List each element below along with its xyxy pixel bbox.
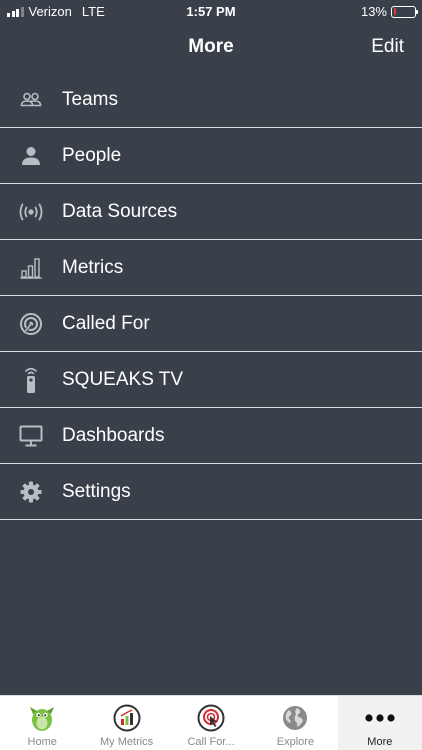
tab-label: My Metrics [100,736,154,748]
teams-icon [0,92,62,108]
bar-chart-icon [0,257,62,279]
broadcast-icon [0,203,62,221]
tab-home[interactable]: Home [0,696,84,750]
menu-item-label: People [62,144,122,166]
menu-item-label: Teams [62,88,118,110]
tab-bar: Home My Metrics Call For... Explore More [0,695,422,750]
call-for-badge-icon [197,704,225,732]
person-icon [0,146,62,166]
nav-bar: More Edit [0,24,422,72]
menu-item-called-for[interactable]: Called For [0,296,422,352]
menu-item-label: SQUEAKS TV [62,368,184,390]
battery-level-fill [393,8,397,15]
menu-item-settings[interactable]: Settings [0,464,422,520]
tab-explore[interactable]: Explore [253,696,337,750]
tab-label: Call For... [187,736,235,748]
home-mascot-icon [27,704,57,732]
more-menu-list: Teams People Data Sources Metrics Called… [0,72,422,520]
tab-label: More [367,736,393,748]
tab-label: Home [27,736,57,748]
battery-icon [391,5,418,18]
status-time: 1:57 PM [186,4,236,19]
menu-item-dashboards[interactable]: Dashboards [0,408,422,464]
gear-icon [0,481,62,503]
menu-item-people[interactable]: People [0,128,422,184]
status-bar: Verizon LTE 1:57 PM 13% [0,0,422,24]
battery-percentage: 13% [360,4,387,19]
menu-item-label: Data Sources [62,200,178,222]
tab-my-metrics[interactable]: My Metrics [84,696,168,750]
menu-item-label: Metrics [62,256,124,278]
menu-item-label: Dashboards [62,424,165,446]
page-title: More [188,36,234,57]
menu-item-metrics[interactable]: Metrics [0,240,422,296]
tab-more[interactable]: More [337,696,422,750]
menu-item-data-sources[interactable]: Data Sources [0,184,422,240]
menu-item-teams[interactable]: Teams [0,72,422,128]
status-right: 13% [360,4,418,19]
target-icon [0,312,62,336]
edit-button[interactable]: Edit [371,36,404,58]
tab-label: Explore [276,736,315,748]
metrics-badge-icon [113,704,141,732]
remote-icon [0,366,62,394]
tab-call-for[interactable]: Call For... [169,696,253,750]
menu-item-label: Called For [62,312,150,334]
monitor-icon [0,425,62,447]
menu-item-squeaks-tv[interactable]: SQUEAKS TV [0,352,422,408]
more-dots-icon [365,704,395,732]
menu-item-label: Settings [62,480,131,502]
globe-icon [282,704,308,732]
